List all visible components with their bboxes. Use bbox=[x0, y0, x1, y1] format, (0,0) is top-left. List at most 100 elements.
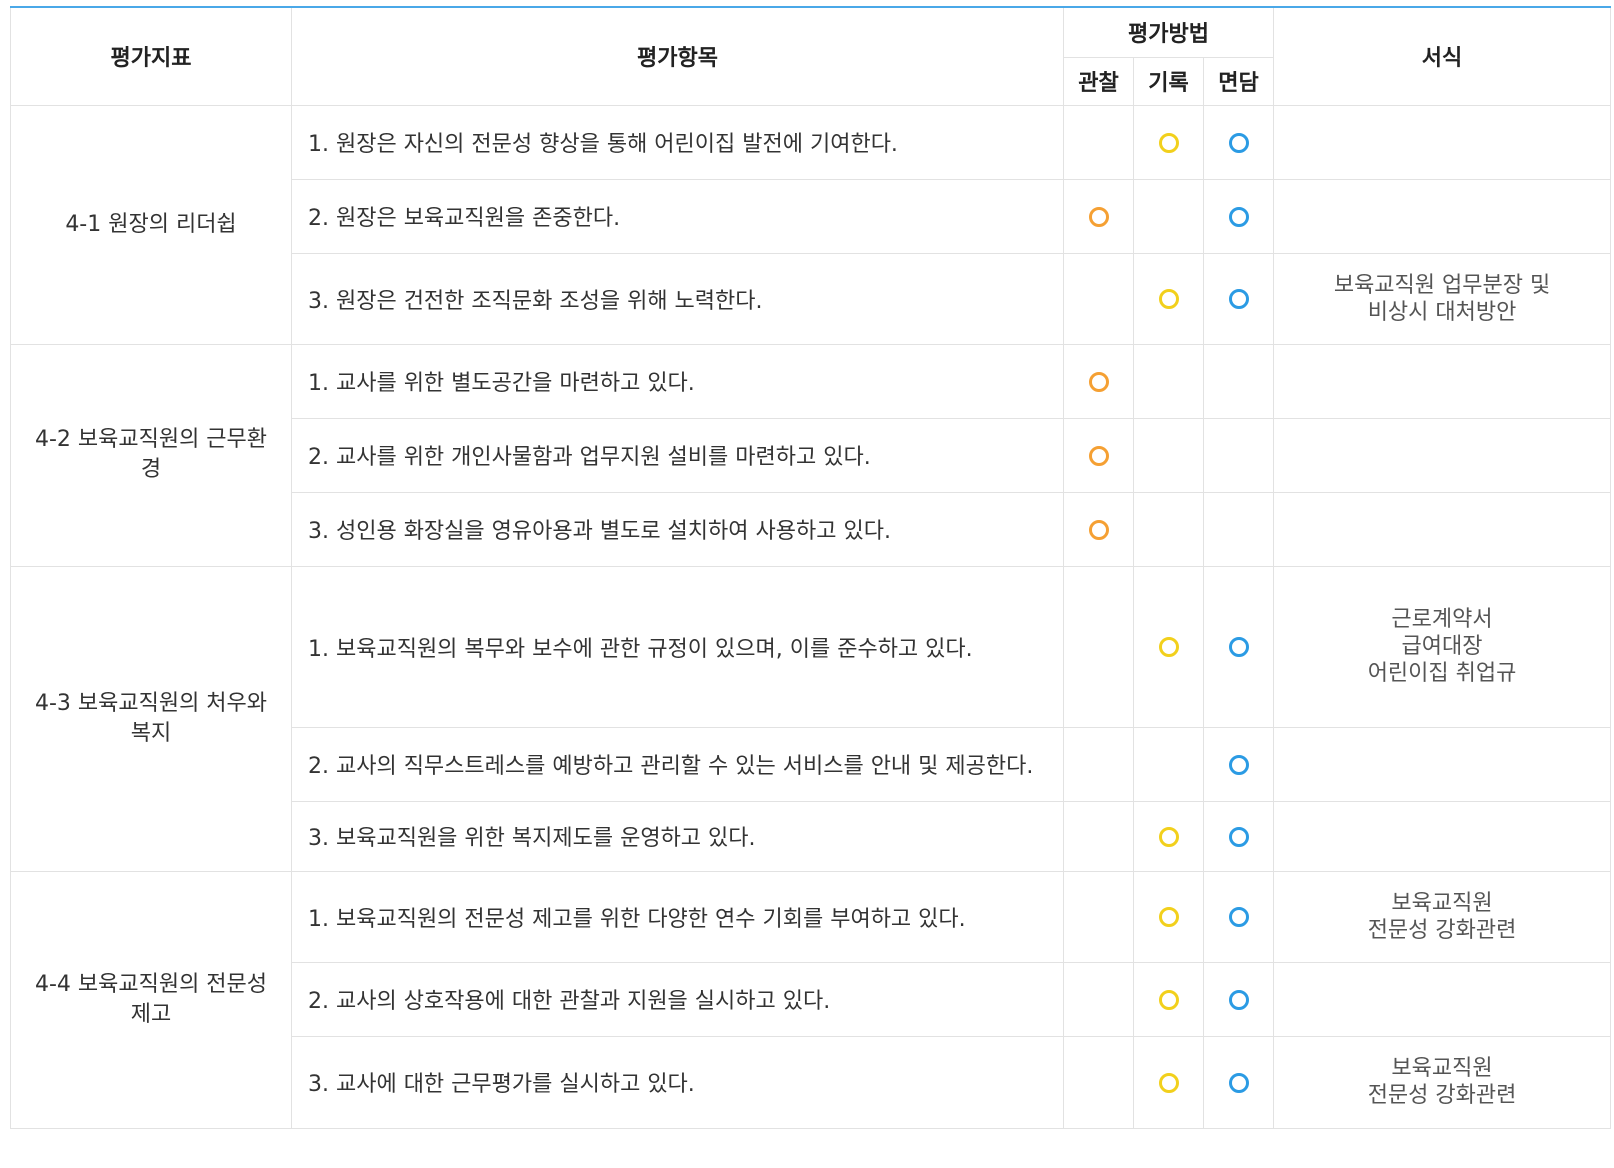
form-cell bbox=[1273, 104, 1612, 180]
form-cell bbox=[1273, 726, 1612, 802]
table-header: 평가지표 평가항목 평가방법 서식 관찰 기록 면담 bbox=[10, 6, 1612, 106]
form-cell bbox=[1273, 417, 1612, 493]
observation-cell bbox=[1063, 961, 1134, 1037]
interview-cell bbox=[1202, 104, 1275, 180]
observation-cell bbox=[1063, 565, 1134, 728]
interview-cell bbox=[1202, 961, 1275, 1037]
item-cell: 3. 원장은 건전한 조직문화 조성을 위해 노력한다. bbox=[291, 252, 1064, 345]
interview-circle-icon bbox=[1228, 907, 1249, 927]
record-circle-icon bbox=[1158, 132, 1179, 153]
observation-cell bbox=[1063, 491, 1134, 567]
item-cell: 2. 교사를 위한 개인사물함과 업무지원 설비를 마련하고 있다. bbox=[291, 417, 1064, 493]
form-cell: 보육교직원 전문성 강화관련 bbox=[1273, 1035, 1612, 1129]
indicator-cell: 4-1 원장의 리더쉽 bbox=[10, 104, 292, 345]
observation-cell bbox=[1063, 726, 1134, 802]
interview-cell bbox=[1202, 252, 1275, 345]
indicator-cell: 4-3 보육교직원의 처우와 복지 bbox=[10, 565, 292, 872]
form-line: 급여대장 bbox=[1401, 634, 1483, 659]
record-cell bbox=[1133, 343, 1204, 419]
record-cell bbox=[1133, 178, 1204, 254]
item-cell: 1. 보육교직원의 복무와 보수에 관한 규정이 있으며, 이를 준수하고 있다… bbox=[291, 565, 1064, 728]
observation-cell bbox=[1063, 1035, 1134, 1129]
observation-cell bbox=[1063, 417, 1134, 493]
interview-circle-icon bbox=[1228, 637, 1249, 657]
observation-cell bbox=[1063, 178, 1134, 254]
table-row: 4-1 원장의 리더쉽 1. 원장은 자신의 전문성 향상을 통해 어린이집 발전… bbox=[10, 104, 1612, 345]
item-cell: 3. 교사에 대한 근무평가를 실시하고 있다. bbox=[291, 1035, 1064, 1129]
header-observation: 관찰 bbox=[1063, 56, 1134, 106]
record-cell bbox=[1133, 417, 1204, 493]
form-line: 보육교직원 bbox=[1391, 890, 1493, 916]
form-line: 보육교직원 bbox=[1391, 1056, 1493, 1081]
form-line: 전문성 강화관련 bbox=[1367, 1083, 1517, 1108]
interview-cell bbox=[1202, 870, 1275, 963]
interview-cell bbox=[1202, 343, 1275, 419]
form-cell: 보육교직원 업무분장 및 비상시 대처방안 bbox=[1273, 252, 1612, 345]
record-cell bbox=[1133, 800, 1204, 872]
table-body: 4-1 원장의 리더쉽 1. 원장은 자신의 전문성 향상을 통해 어린이집 발전… bbox=[10, 104, 1612, 1129]
header-interview: 면담 bbox=[1202, 56, 1275, 106]
interview-circle-icon bbox=[1228, 1072, 1249, 1093]
interview-cell bbox=[1202, 178, 1275, 254]
header-method: 평가방법 bbox=[1062, 6, 1275, 58]
form-cell bbox=[1273, 961, 1612, 1037]
record-cell bbox=[1133, 1035, 1204, 1129]
interview-circle-icon bbox=[1228, 989, 1249, 1010]
observation-circle-icon bbox=[1088, 206, 1109, 227]
interview-cell bbox=[1202, 1035, 1275, 1129]
item-cell: 2. 교사의 상호작용에 대한 관찰과 지원을 실시하고 있다. bbox=[291, 961, 1064, 1037]
record-circle-icon bbox=[1158, 989, 1179, 1010]
interview-cell bbox=[1202, 417, 1275, 493]
item-cell: 1. 보육교직원의 전문성 제고를 위한 다양한 연수 기회를 부여하고 있다. bbox=[291, 870, 1064, 963]
item-cell: 2. 교사의 직무스트레스를 예방하고 관리할 수 있는 서비스를 안내 및 제… bbox=[291, 726, 1064, 802]
item-cell: 2. 원장은 보육교직원을 존중한다. bbox=[291, 178, 1064, 254]
item-cell: 3. 성인용 화장실을 영유아용과 별도로 설치하여 사용하고 있다. bbox=[291, 491, 1064, 567]
interview-circle-icon bbox=[1228, 289, 1249, 309]
record-circle-icon bbox=[1158, 637, 1179, 657]
record-circle-icon bbox=[1158, 1072, 1179, 1093]
evaluation-table-container: 평가지표 평가항목 평가방법 서식 관찰 기록 면담 4-1 원장의 리더쉽 1.… bbox=[10, 6, 1612, 1129]
record-circle-icon bbox=[1158, 907, 1179, 927]
table-row: 4-4 보육교직원의 전문성 제고 1. 보육교직원의 전문성 제고를 위한 다양… bbox=[10, 870, 1612, 1129]
table-row: 4-3 보육교직원의 처우와 복지 1. 보육교직원의 복무와 보수에 관한 규정… bbox=[10, 565, 1612, 872]
observation-circle-icon bbox=[1088, 371, 1109, 392]
observation-cell bbox=[1063, 252, 1134, 345]
record-circle-icon bbox=[1158, 826, 1179, 847]
form-cell bbox=[1273, 178, 1612, 254]
interview-cell bbox=[1202, 726, 1275, 802]
form-line: 근로계약서 bbox=[1391, 607, 1493, 632]
header-record: 기록 bbox=[1133, 56, 1204, 106]
record-cell bbox=[1133, 961, 1204, 1037]
item-cell: 1. 교사를 위한 별도공간을 마련하고 있다. bbox=[291, 343, 1064, 419]
observation-cell bbox=[1063, 104, 1134, 180]
item-cell: 3. 보육교직원을 위한 복지제도를 운영하고 있다. bbox=[291, 800, 1064, 872]
header-indicator: 평가지표 bbox=[10, 6, 292, 106]
form-cell: 보육교직원 전문성 강화관련 bbox=[1273, 870, 1612, 963]
record-cell bbox=[1133, 104, 1204, 180]
item-cell: 1. 원장은 자신의 전문성 향상을 통해 어린이집 발전에 기여한다. bbox=[291, 104, 1064, 180]
record-cell bbox=[1133, 252, 1204, 345]
form-line: 어린이집 취업규 bbox=[1367, 661, 1517, 686]
indicator-cell: 4-4 보육교직원의 전문성 제고 bbox=[10, 870, 292, 1129]
indicator-cell: 4-2 보육교직원의 근무환경 bbox=[10, 343, 292, 567]
form-cell: 근로계약서 급여대장 어린이집 취업규 bbox=[1273, 565, 1612, 728]
observation-cell bbox=[1063, 870, 1134, 963]
form-line: 전문성 강화관련 bbox=[1367, 917, 1517, 943]
evaluation-table: 평가지표 평가항목 평가방법 서식 관찰 기록 면담 4-1 원장의 리더쉽 1.… bbox=[10, 6, 1612, 1129]
record-cell bbox=[1133, 726, 1204, 802]
record-cell bbox=[1133, 870, 1204, 963]
record-cell bbox=[1133, 491, 1204, 567]
form-line: 비상시 대처방안 bbox=[1367, 299, 1517, 325]
record-circle-icon bbox=[1158, 289, 1179, 309]
interview-cell bbox=[1202, 565, 1275, 728]
interview-circle-icon bbox=[1228, 754, 1249, 775]
form-cell bbox=[1273, 800, 1612, 872]
interview-circle-icon bbox=[1228, 826, 1249, 847]
interview-circle-icon bbox=[1228, 132, 1249, 153]
observation-cell bbox=[1063, 343, 1134, 419]
record-cell bbox=[1133, 565, 1204, 728]
observation-circle-icon bbox=[1088, 445, 1109, 466]
interview-cell bbox=[1202, 800, 1275, 872]
observation-circle-icon bbox=[1088, 519, 1109, 540]
interview-circle-icon bbox=[1228, 206, 1249, 227]
